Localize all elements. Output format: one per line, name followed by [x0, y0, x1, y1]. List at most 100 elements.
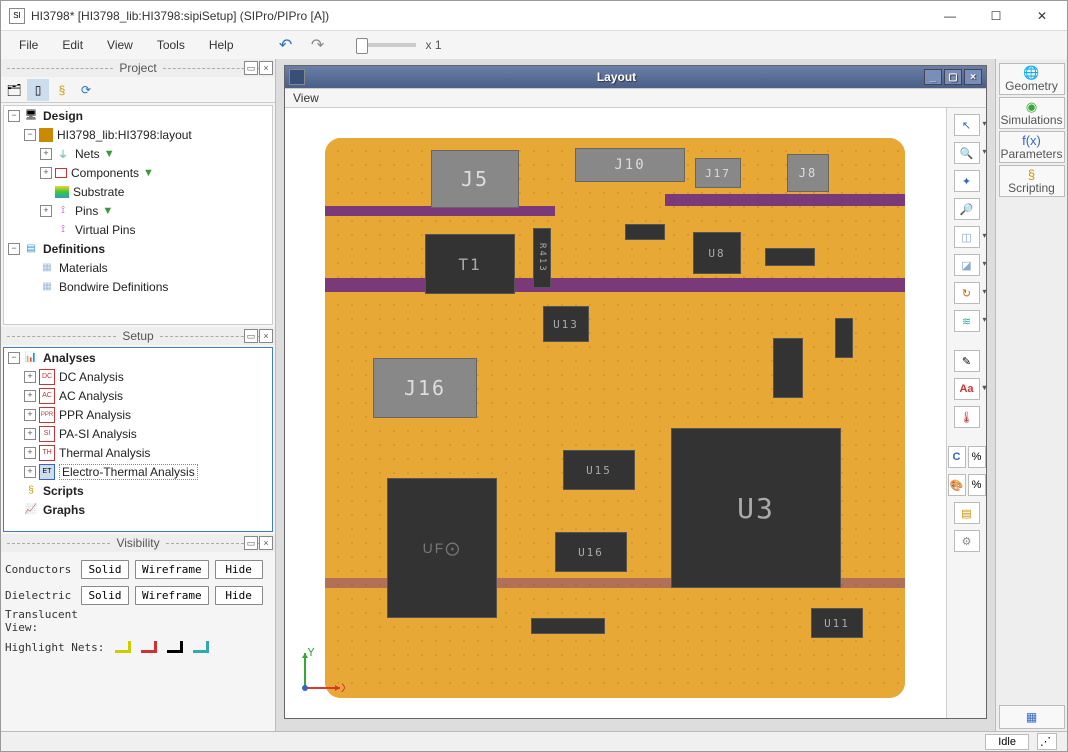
- tree-thermal[interactable]: Thermal Analysis: [59, 446, 150, 460]
- layout-menu-view[interactable]: View: [293, 91, 319, 105]
- layout-min-button[interactable]: _: [924, 69, 942, 85]
- chip-u13[interactable]: U13: [543, 306, 589, 342]
- setup-tree[interactable]: −📊Analyses +DCDC Analysis +ACAC Analysis…: [3, 347, 273, 532]
- chip-u11[interactable]: U11: [811, 608, 863, 638]
- expand-icon[interactable]: +: [24, 466, 36, 478]
- tree-components[interactable]: Components: [71, 166, 139, 180]
- menu-edit[interactable]: Edit: [52, 34, 93, 56]
- tab-bottom[interactable]: ▦: [999, 705, 1065, 729]
- chip-u15[interactable]: U15: [563, 450, 635, 490]
- undo-button[interactable]: ↶: [274, 33, 298, 57]
- tab-scripting[interactable]: §Scripting: [999, 165, 1065, 197]
- dielectric-solid-button[interactable]: Solid: [81, 586, 129, 605]
- tree-dc[interactable]: DC Analysis: [59, 370, 124, 384]
- tree-substrate[interactable]: Substrate: [73, 185, 124, 199]
- setup-pin-button[interactable]: ▭: [244, 329, 258, 343]
- tool-gear[interactable]: ⚙: [954, 530, 980, 552]
- filter-icon[interactable]: ▼: [102, 205, 113, 217]
- tool-c[interactable]: C: [948, 446, 966, 468]
- layout-canvas[interactable]: J5 J10 J17 J8 T1 R413 U8 U13 J16: [285, 108, 946, 718]
- conductors-wireframe-button[interactable]: Wireframe: [135, 560, 209, 579]
- project-tree[interactable]: −🖥Design −HI3798_lib:HI3798:layout +⏚Net…: [3, 105, 273, 325]
- tool-pct1[interactable]: %: [968, 446, 986, 468]
- vis-close-button[interactable]: ×: [259, 536, 273, 550]
- expand-icon[interactable]: −: [8, 352, 20, 364]
- expand-icon[interactable]: −: [8, 243, 20, 255]
- dielectric-hide-button[interactable]: Hide: [215, 586, 263, 605]
- layout-max-button[interactable]: ▢: [944, 69, 962, 85]
- expand-icon[interactable]: +: [40, 148, 52, 160]
- tree-ppr[interactable]: PPR Analysis: [59, 408, 131, 422]
- proj-tb-3[interactable]: §: [51, 79, 73, 101]
- proj-tb-refresh[interactable]: ⟳: [75, 79, 97, 101]
- small-part[interactable]: [835, 318, 853, 358]
- tab-parameters[interactable]: f(x)Parameters: [999, 131, 1065, 163]
- layout-titlebar[interactable]: Layout _ ▢ ×: [285, 66, 986, 88]
- tab-geometry[interactable]: 🌐Geometry: [999, 63, 1065, 95]
- tree-scripts[interactable]: Scripts: [43, 484, 84, 498]
- zoom-slider[interactable]: [356, 43, 416, 47]
- expand-icon[interactable]: +: [40, 205, 52, 217]
- hl-red[interactable]: [141, 641, 157, 653]
- tree-materials[interactable]: Materials: [59, 261, 108, 275]
- tree-pasi[interactable]: PA-SI Analysis: [59, 427, 137, 441]
- chip-u16[interactable]: U16: [555, 532, 627, 572]
- tree-ac[interactable]: AC Analysis: [59, 389, 123, 403]
- project-pin-button[interactable]: ▭: [244, 61, 258, 75]
- proj-tb-layout[interactable]: 🗂: [3, 79, 25, 101]
- expand-icon[interactable]: +: [24, 409, 36, 421]
- chip-ufp[interactable]: UF⨀: [387, 478, 497, 618]
- setup-close-button[interactable]: ×: [259, 329, 273, 343]
- status-resize-grip[interactable]: ⋰: [1037, 733, 1057, 750]
- expand-icon[interactable]: −: [24, 129, 36, 141]
- proj-tb-2[interactable]: ▯: [27, 79, 49, 101]
- project-close-button[interactable]: ×: [259, 61, 273, 75]
- tree-vpins[interactable]: Virtual Pins: [75, 223, 135, 237]
- hl-teal[interactable]: [193, 641, 209, 653]
- tree-design[interactable]: Design: [43, 109, 83, 123]
- chip-r413[interactable]: R413: [533, 228, 551, 288]
- maximize-button[interactable]: ☐: [973, 1, 1019, 31]
- close-button[interactable]: ✕: [1019, 1, 1065, 31]
- tool-text[interactable]: Aa▾: [954, 378, 980, 400]
- expand-icon[interactable]: +: [24, 371, 36, 383]
- menu-tools[interactable]: Tools: [147, 34, 195, 56]
- small-part[interactable]: [531, 618, 605, 634]
- vis-pin-button[interactable]: ▭: [244, 536, 258, 550]
- expand-icon[interactable]: +: [40, 167, 52, 179]
- menu-file[interactable]: File: [9, 34, 48, 56]
- tree-nets[interactable]: Nets: [75, 147, 100, 161]
- tool-palette[interactable]: 🎨: [948, 474, 966, 496]
- conductors-hide-button[interactable]: Hide: [215, 560, 263, 579]
- tool-pen[interactable]: ✎: [954, 350, 980, 372]
- tool-rotate[interactable]: ↻▾: [954, 282, 980, 304]
- small-part[interactable]: [773, 338, 803, 398]
- tree-analyses[interactable]: Analyses: [43, 351, 96, 365]
- tree-layout[interactable]: HI3798_lib:HI3798:layout: [57, 128, 192, 142]
- pcb-board[interactable]: J5 J10 J17 J8 T1 R413 U8 U13 J16: [325, 138, 905, 698]
- tool-fit[interactable]: ✦: [954, 170, 980, 192]
- tree-definitions[interactable]: Definitions: [43, 242, 105, 256]
- tool-layer[interactable]: ≋▾: [954, 310, 980, 332]
- chip-u8[interactable]: U8: [693, 232, 741, 274]
- expand-icon[interactable]: +: [24, 428, 36, 440]
- connector-j5[interactable]: J5: [431, 150, 519, 208]
- tree-bondwire[interactable]: Bondwire Definitions: [59, 280, 168, 294]
- filter-icon[interactable]: ▼: [143, 167, 154, 179]
- connector-j10[interactable]: J10: [575, 148, 685, 182]
- tool-zoom[interactable]: 🔍▾: [954, 142, 980, 164]
- menu-view[interactable]: View: [97, 34, 143, 56]
- tool-layers[interactable]: ▤: [954, 502, 980, 524]
- tool-cube2[interactable]: ◪▾: [954, 254, 980, 276]
- small-part[interactable]: [765, 248, 815, 266]
- redo-button[interactable]: ↷: [306, 33, 330, 57]
- chip-t1[interactable]: T1: [425, 234, 515, 294]
- connector-j16[interactable]: J16: [373, 358, 477, 418]
- tree-ethermal[interactable]: Electro-Thermal Analysis: [59, 464, 198, 480]
- tree-graphs[interactable]: Graphs: [43, 503, 85, 517]
- expand-icon[interactable]: +: [24, 390, 36, 402]
- hl-yellow[interactable]: [115, 641, 131, 653]
- chip-u3[interactable]: U3: [671, 428, 841, 588]
- tree-pins[interactable]: Pins: [75, 204, 98, 218]
- layout-close-button[interactable]: ×: [964, 69, 982, 85]
